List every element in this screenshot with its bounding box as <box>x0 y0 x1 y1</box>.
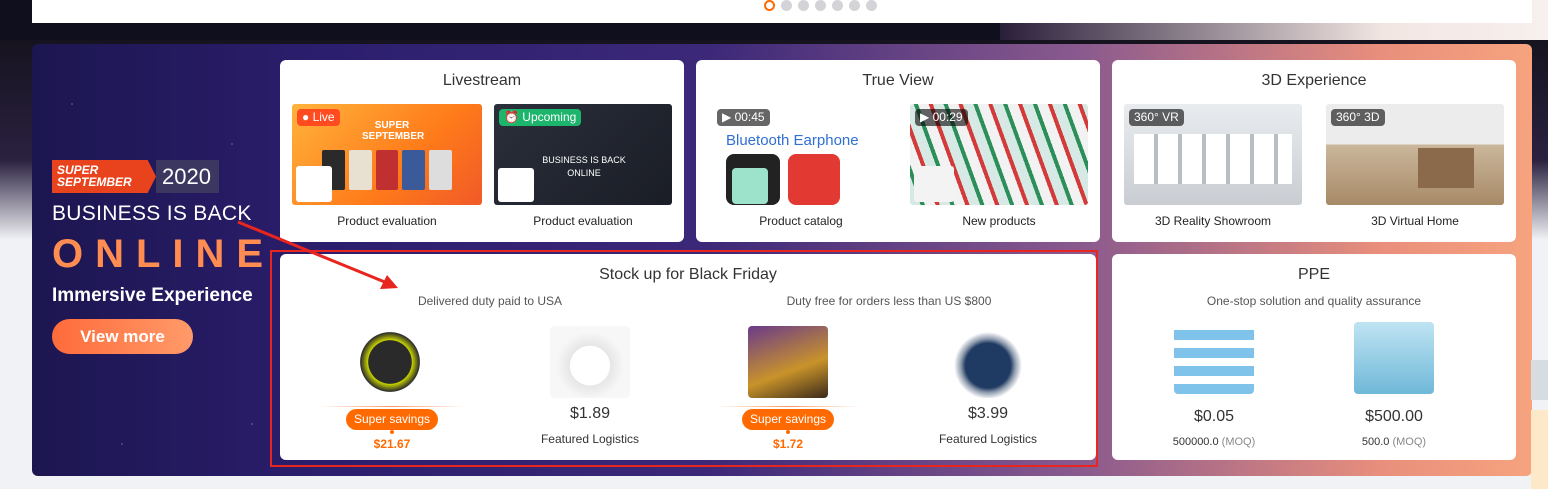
side-panel-promo <box>1531 410 1548 489</box>
ppe-card[interactable]: PPE One-stop solution and quality assura… <box>1112 254 1516 460</box>
livestream-card[interactable]: Livestream SUPER SEPTEMBER ● Live Produc… <box>280 60 684 242</box>
vr-badge: 360° VR <box>1129 109 1184 126</box>
product-protective-gown[interactable]: $500.00 500.0 (MOQ) <box>1314 322 1474 448</box>
carousel-dot-active[interactable] <box>764 0 775 11</box>
moq-unit: (MOQ) <box>1221 436 1256 448</box>
badge-tag-line2: SEPTEMBER <box>57 175 132 189</box>
side-panel-icon <box>1531 360 1548 400</box>
livestream-thumb-live[interactable]: SUPER SEPTEMBER ● Live <box>292 104 482 205</box>
3d-badge-label: 3D <box>1364 110 1380 124</box>
livestream-caption-1: Product evaluation <box>337 214 437 228</box>
product-inset-thumbnail <box>732 168 768 204</box>
carousel-dot[interactable] <box>815 0 826 11</box>
carousel-dots <box>764 0 877 11</box>
product-inset-thumbnail <box>914 166 954 202</box>
true-view-caption-2: New products <box>962 214 1036 228</box>
livestream-title: Livestream <box>442 72 522 89</box>
video-duration: 00:29 <box>932 110 963 124</box>
true-view-thumb-lanyards[interactable]: ▶ 00:29 <box>910 104 1088 205</box>
upcoming-badge: ⏰ Upcoming <box>499 109 582 126</box>
live-badge-label: Live <box>312 110 335 124</box>
moq-unit: (MOQ) <box>1392 436 1427 448</box>
earphone-case-red <box>788 154 840 205</box>
vr-badge-label: VR <box>1162 110 1179 124</box>
video-duration-badge: ▶ 00:45 <box>717 109 770 126</box>
thumb-banner-text: SUPER SEPTEMBER <box>362 120 425 142</box>
moq-label: 500000.0 (MOQ) <box>1134 436 1294 448</box>
moq-value: 500.0 <box>1361 436 1390 448</box>
view-more-button[interactable]: View more <box>52 319 193 354</box>
video-duration-badge: ▶ 00:29 <box>915 109 968 126</box>
3d-badge: 360° 3D <box>1331 109 1385 126</box>
page: SUPER SEPTEMBER 2020 BUSINESS IS BACK ON… <box>0 0 1548 489</box>
top-carousel <box>32 0 1532 23</box>
3d-caption-2: 3D Virtual Home <box>1371 214 1459 228</box>
product-price: $0.05 <box>1193 408 1235 425</box>
true-view-card[interactable]: True View Bluetooth Earphone ▶ 00:45 Pro… <box>696 60 1100 242</box>
true-view-title: True View <box>862 72 934 89</box>
carousel-dot[interactable] <box>832 0 843 11</box>
ppe-title: PPE <box>1297 266 1330 283</box>
super-september-badge: SUPER SEPTEMBER 2020 <box>52 160 282 193</box>
product-face-masks[interactable]: $0.05 500000.0 (MOQ) <box>1134 322 1294 448</box>
live-badge: ● Live <box>297 109 340 126</box>
product-inset-thumbnail <box>498 168 534 202</box>
livestream-caption-2: Product evaluation <box>533 214 633 228</box>
product-inset-thumbnail <box>296 166 332 202</box>
promo-subheadline: Immersive Experience <box>52 285 253 306</box>
3d-thumb-home[interactable]: 360° 3D <box>1326 104 1504 205</box>
product-price: $500.00 <box>1365 408 1423 425</box>
true-view-thumb-earphone[interactable]: Bluetooth Earphone ▶ 00:45 <box>712 104 890 205</box>
3d-experience-title: 3D Experience <box>1261 72 1367 89</box>
promo-online-text: ONLINE <box>52 232 276 276</box>
upcoming-badge-label: Upcoming <box>522 110 577 124</box>
3d-caption-1: 3D Reality Showroom <box>1154 214 1272 228</box>
protective-gown-image <box>1354 322 1434 394</box>
video-duration: 00:45 <box>734 110 765 124</box>
moq-value: 500000.0 <box>1172 436 1219 448</box>
3d-experience-card[interactable]: 3D Experience 360° VR 3D Reality Showroo… <box>1112 60 1516 242</box>
super-september-promo: SUPER SEPTEMBER 2020 BUSINESS IS BACK ON… <box>52 160 282 354</box>
super-september-tag: SUPER SEPTEMBER <box>52 160 156 193</box>
moq-label: 500.0 (MOQ) <box>1314 436 1474 448</box>
badge-year: 2020 <box>156 160 219 193</box>
promo-headline: BUSINESS IS BACK <box>52 202 252 225</box>
livestream-thumb-upcoming[interactable]: BUSINESS IS BACK ONLINE ⏰ Upcoming <box>494 104 672 205</box>
side-panel-edge[interactable] <box>1531 360 1548 489</box>
3d-thumb-showroom[interactable]: 360° VR <box>1124 104 1302 205</box>
carousel-dot[interactable] <box>781 0 792 11</box>
home-furniture-image <box>1418 148 1474 188</box>
carousel-dot[interactable] <box>798 0 809 11</box>
phone-cases-image <box>322 150 452 190</box>
thumb-banner-text: Bluetooth Earphone <box>726 132 859 149</box>
highlight-box <box>270 250 1098 467</box>
carousel-dot[interactable] <box>849 0 860 11</box>
true-view-caption-1: Product catalog <box>759 214 843 228</box>
showroom-shelves-image <box>1134 134 1292 184</box>
thumb-banner-text: BUSINESS IS BACK ONLINE <box>542 155 626 178</box>
carousel-dot[interactable] <box>866 0 877 11</box>
face-masks-image <box>1174 322 1254 394</box>
ppe-subtitle: One-stop solution and quality assurance <box>1206 294 1422 308</box>
